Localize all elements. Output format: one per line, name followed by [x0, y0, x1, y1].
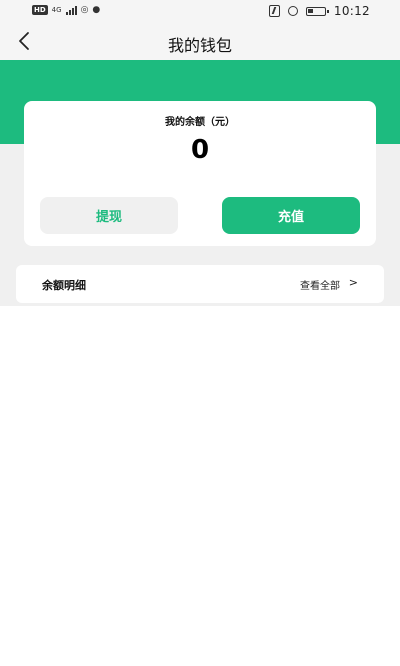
alarm-icon	[287, 6, 298, 16]
withdraw-button[interactable]: 提现	[40, 197, 178, 234]
recharge-button[interactable]: 充值	[222, 197, 360, 234]
status-clock: 10:12	[333, 4, 370, 18]
balance-amount: 0	[190, 135, 210, 165]
balance-card: 我的余额（元） 0 提现 充值	[24, 101, 376, 246]
chevron-right-icon: >	[348, 276, 358, 289]
network-type: 4G	[51, 6, 62, 14]
status-bar: HD 4G ◎ ● 10:12	[0, 0, 400, 24]
wechat-icon: ●	[92, 5, 101, 15]
hd-icon: HD	[32, 5, 48, 15]
view-all-link[interactable]: 查看全部	[300, 277, 340, 292]
status-left-group: HD 4G ◎ ●	[32, 5, 100, 15]
status-right-group: 10:12	[268, 4, 370, 18]
balance-detail-title: 余额明细	[42, 279, 86, 292]
wifi-icon: ◎	[80, 5, 89, 15]
nfc-icon	[268, 5, 280, 17]
signal-icon	[65, 5, 77, 15]
balance-detail-row[interactable]: 余额明细 查看全部 >	[16, 265, 384, 303]
battery-icon	[305, 6, 329, 16]
page-title: 我的钱包	[167, 36, 232, 55]
balance-label: 我的余额（元）	[165, 117, 235, 128]
nav-header: 我的钱包	[0, 24, 400, 60]
